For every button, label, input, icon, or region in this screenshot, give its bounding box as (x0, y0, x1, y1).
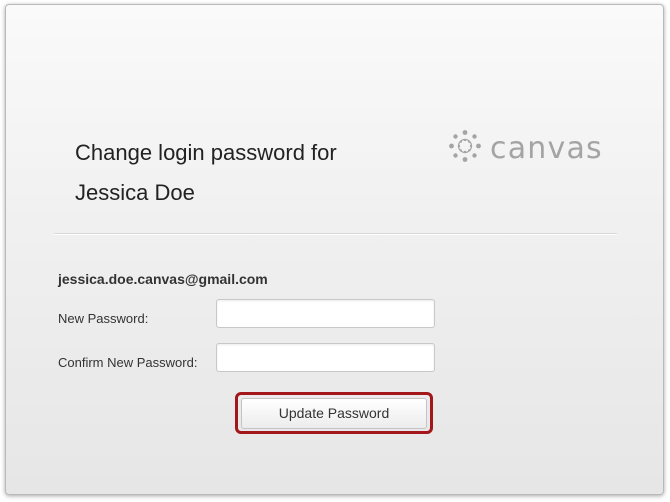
confirm-password-label: Confirm New Password: (58, 355, 198, 370)
header-divider (54, 233, 617, 234)
canvas-logo-icon (448, 129, 482, 168)
update-password-button[interactable]: Update Password (241, 397, 427, 429)
user-email: jessica.doe.canvas@gmail.com (58, 271, 268, 287)
canvas-logo-text: canvas (490, 131, 603, 166)
page-title-user-name: Jessica Doe (75, 180, 195, 205)
new-password-label: New Password: (58, 311, 149, 326)
confirm-password-input[interactable] (216, 343, 435, 372)
new-password-input[interactable] (216, 299, 435, 328)
canvas-logo: canvas (448, 129, 603, 168)
update-password-highlight: Update Password (235, 392, 433, 434)
page-title: Change login password for Jessica Doe (75, 133, 337, 213)
dialog-frame: Change login password for Jessica Doe ca… (5, 4, 664, 495)
page-title-line1: Change login password for (75, 140, 337, 165)
